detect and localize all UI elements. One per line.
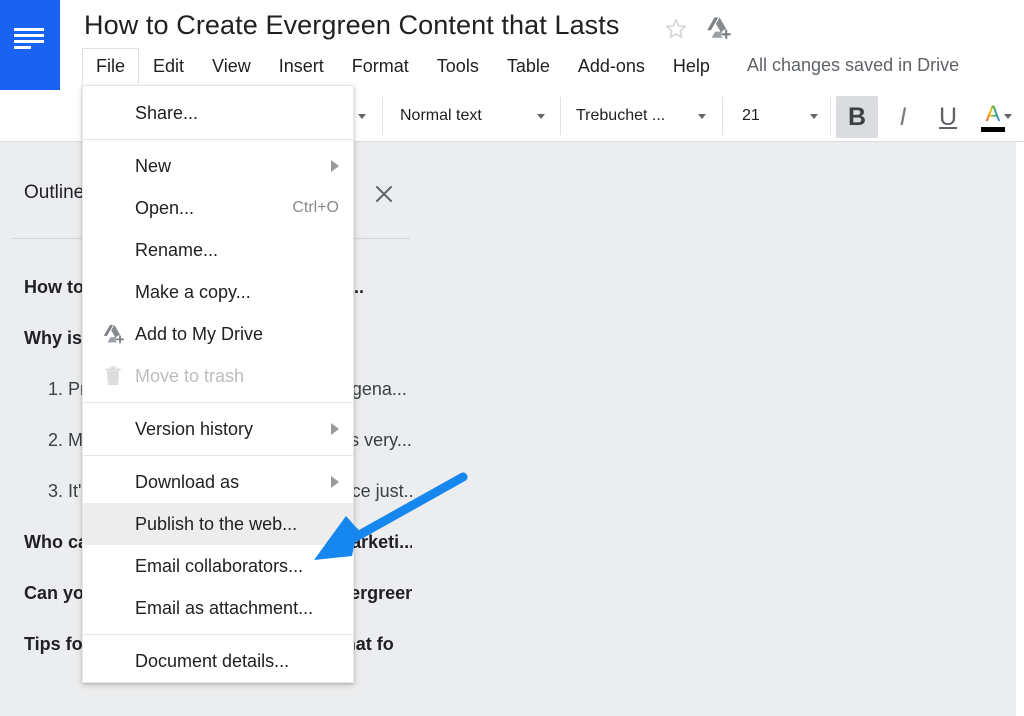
- text-color-dropdown-caret[interactable]: [1004, 99, 1022, 133]
- add-to-drive-icon[interactable]: [704, 14, 732, 42]
- add-to-drive-icon: [101, 322, 125, 346]
- menu-item-label: Share...: [135, 102, 199, 123]
- menu-separator: [83, 139, 353, 140]
- paragraph-style-dropdown[interactable]: Normal text: [400, 99, 545, 133]
- menu-item-open[interactable]: Open... Ctrl+O: [83, 187, 353, 229]
- menu-item-document-details[interactable]: Document details...: [83, 640, 353, 682]
- italic-button[interactable]: I: [882, 96, 924, 138]
- docs-logo-glyph: [14, 28, 44, 54]
- menu-insert[interactable]: Insert: [265, 48, 338, 84]
- font-family-dropdown[interactable]: Trebuchet ...: [576, 99, 706, 133]
- submenu-arrow-icon: [331, 160, 339, 172]
- menu-bar: File Edit View Insert Format Tools Table Add-on…: [82, 47, 724, 85]
- menu-item-label: Version history: [135, 418, 254, 439]
- google-docs-window: Outline How to Create Evergreen Content …: [0, 0, 1024, 716]
- menu-item-label: Publish to the web...: [135, 513, 298, 534]
- menu-format[interactable]: Format: [338, 48, 423, 84]
- menu-separator: [83, 634, 353, 635]
- text-color-swatch: [981, 126, 1005, 132]
- menu-add-ons[interactable]: Add-ons: [564, 48, 659, 84]
- menu-item-label: Email collaborators...: [135, 555, 304, 576]
- chevron-down-icon: [698, 113, 706, 119]
- font-family-value: Trebuchet ...: [576, 107, 666, 124]
- star-outline-icon[interactable]: [663, 16, 689, 42]
- menu-item-shortcut: Ctrl+O: [292, 199, 339, 216]
- submenu-arrow-icon: [331, 423, 339, 435]
- toolbar-separator: [830, 97, 831, 135]
- menu-separator: [83, 455, 353, 456]
- close-icon[interactable]: [371, 181, 397, 207]
- bold-label: B: [847, 102, 867, 131]
- toolbar-separator: [722, 97, 723, 135]
- toolbar-separator: [382, 97, 383, 135]
- menu-item-version-history[interactable]: Version history: [83, 408, 353, 450]
- bold-button[interactable]: B: [836, 96, 878, 138]
- file-menu-dropdown: Share... New Open... Ctrl+O Rename... Make a …: [82, 85, 354, 683]
- menu-item-email-collaborators[interactable]: Email collaborators...: [83, 545, 353, 587]
- menu-tools[interactable]: Tools: [423, 48, 493, 84]
- menu-table[interactable]: Table: [493, 48, 564, 84]
- menu-item-add-to-my-drive[interactable]: Add to My Drive: [83, 313, 353, 355]
- chevron-down-icon: [358, 113, 366, 119]
- underline-label: U: [938, 102, 958, 131]
- save-status-text: All changes saved in Drive: [747, 55, 960, 75]
- menu-item-download-as[interactable]: Download as: [83, 461, 353, 503]
- trash-icon: [101, 364, 125, 388]
- toolbar-separator: [560, 97, 561, 135]
- toolbar-left-dropdown-caret[interactable]: [358, 99, 384, 133]
- font-size-value: 21: [742, 107, 760, 124]
- menu-item-label: Add to My Drive: [135, 323, 264, 344]
- menu-help[interactable]: Help: [659, 48, 724, 84]
- outline-panel-title: Outline: [24, 182, 85, 203]
- menu-edit[interactable]: Edit: [139, 48, 198, 84]
- menu-file[interactable]: File: [82, 48, 140, 84]
- menu-item-publish-to-the-web[interactable]: Publish to the web...: [83, 503, 353, 545]
- paragraph-style-value: Normal text: [400, 107, 482, 124]
- menu-item-label: Download as: [135, 471, 240, 492]
- text-color-label: A: [985, 100, 1001, 126]
- menu-item-label: Make a copy...: [135, 281, 251, 302]
- menu-item-share[interactable]: Share...: [83, 92, 353, 134]
- menu-item-label: Rename...: [135, 239, 219, 260]
- document-title[interactable]: How to Create Evergreen Content that Las…: [84, 10, 620, 41]
- chevron-down-icon: [1004, 113, 1012, 119]
- menu-item-rename[interactable]: Rename...: [83, 229, 353, 271]
- menu-item-make-a-copy[interactable]: Make a copy...: [83, 271, 353, 313]
- menu-item-label: Move to trash: [135, 365, 245, 386]
- docs-logo-icon[interactable]: [0, 0, 60, 90]
- menu-item-label: Document details...: [135, 650, 290, 671]
- workspace-right-edge: [1016, 141, 1024, 716]
- menu-item-label: Email as attachment...: [135, 597, 314, 618]
- italic-label: I: [899, 102, 907, 131]
- menu-item-move-to-trash: Move to trash: [83, 355, 353, 397]
- underline-button[interactable]: U: [927, 96, 969, 138]
- menu-item-label: Open...: [135, 197, 195, 218]
- menu-item-label: New: [135, 155, 172, 176]
- menu-view[interactable]: View: [198, 48, 265, 84]
- menu-item-email-as-attachment[interactable]: Email as attachment...: [83, 587, 353, 629]
- chevron-down-icon: [537, 113, 545, 119]
- menu-separator: [83, 402, 353, 403]
- submenu-arrow-icon: [331, 476, 339, 488]
- font-size-dropdown[interactable]: 21: [742, 99, 818, 133]
- menu-item-new[interactable]: New: [83, 145, 353, 187]
- chevron-down-icon: [810, 113, 818, 119]
